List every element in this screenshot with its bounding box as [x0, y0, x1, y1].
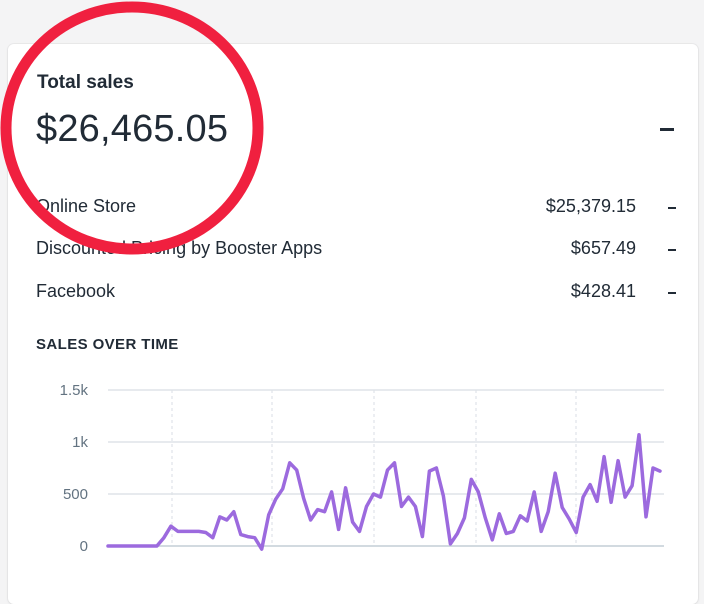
report-title: Total sales: [37, 72, 134, 93]
sales-line-series: [106, 432, 662, 551]
y-tick-label: 0: [80, 538, 88, 555]
channel-value: $657.49: [570, 238, 636, 258]
chart-y-tick-labels: 1.5k 1k 500 0: [60, 382, 89, 555]
channel-value: $25,379.15: [545, 196, 636, 216]
sales-over-time-heading: SALES OVER TIME: [36, 336, 179, 353]
y-tick-label: 1k: [72, 434, 88, 451]
total-sales-value: $26,465.05: [36, 108, 229, 150]
sales-over-time-chart: 1.5k 1k 500 0: [60, 382, 664, 555]
channel-trend-indicator: [668, 249, 676, 251]
channel-trend-indicator: [668, 207, 676, 209]
channel-trend-indicator: [668, 292, 676, 294]
channel-name: Facebook: [36, 281, 116, 301]
channel-row-booster-apps: Discounted Pricing by Booster Apps $657.…: [36, 238, 676, 264]
y-tick-label: 1.5k: [60, 382, 89, 399]
total-trend-indicator: [660, 128, 674, 131]
channel-name: Discounted Pricing by Booster Apps: [36, 238, 323, 258]
channel-name: Online Store: [36, 196, 137, 216]
y-tick-label: 500: [63, 486, 88, 503]
channel-row-facebook: Facebook $428.41: [36, 281, 676, 307]
chart-series: [106, 432, 662, 551]
channel-value: $428.41: [570, 281, 636, 301]
channel-row-online-store: Online Store $25,379.15: [36, 196, 676, 222]
